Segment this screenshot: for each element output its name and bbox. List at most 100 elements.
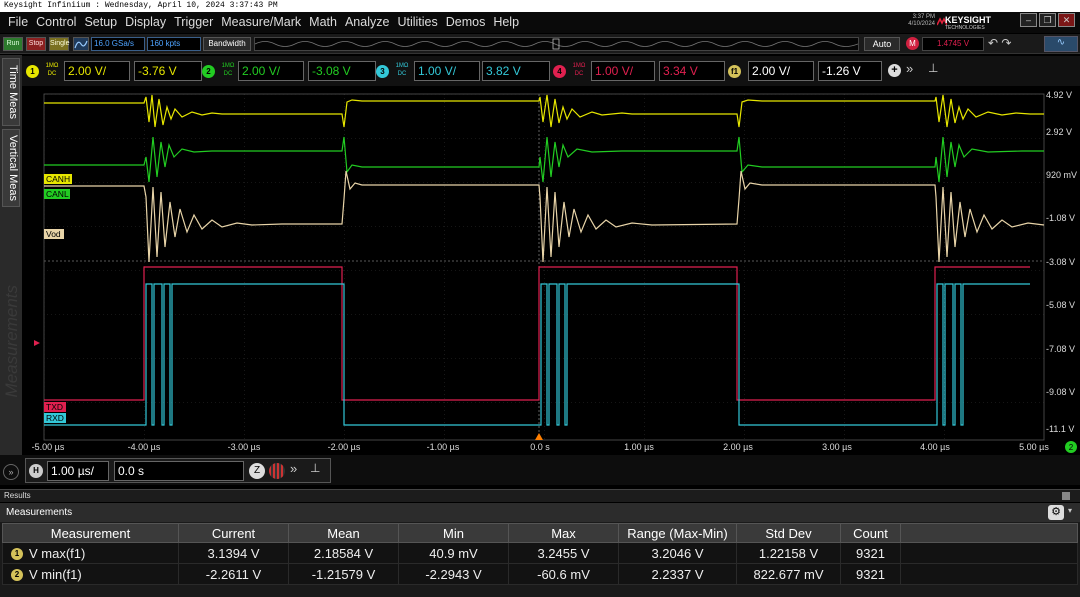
table-header-row: Measurement Current Mean Min Max Range (… [2,523,1078,543]
y-label: -11.1 V [1046,424,1074,434]
waveform-grid[interactable]: CANH CANL Vod TXD RXD 4.92 V 2.92 V 920 … [22,87,1080,455]
column-header[interactable]: Mean [288,523,399,543]
channel-2-badge[interactable]: 2 [202,65,215,78]
expand-chevron-icon[interactable]: » [3,464,19,480]
channel-4-scale[interactable]: 1.00 V/ [591,61,655,81]
column-header-empty [900,523,1078,543]
column-header[interactable]: Min [398,523,509,543]
y-label: 2.92 V [1046,127,1072,137]
menu-list: File Control Setup Display Trigger Measu… [4,14,523,31]
channel-4-badge[interactable]: 4 [553,65,566,78]
channel-2-scale[interactable]: 2.00 V/ [238,61,304,81]
empty-cell [900,563,1078,585]
column-header[interactable]: Current [178,523,289,543]
menu-measure-mark[interactable]: Measure/Mark [217,14,305,31]
trigger-level-field[interactable]: 1.4745 V [922,37,984,51]
channel-3-coupling: 1MΩ DC [395,63,409,77]
column-header[interactable]: Measurement [2,523,179,543]
restore-icon[interactable]: ❐ [1039,13,1056,27]
channel-1-controls: 1 1MΩ DC 2.00 V/ -3.76 V [26,60,202,82]
run-button[interactable]: Run [3,37,23,51]
segmented-icon[interactable] [269,463,285,479]
chevron-down-icon[interactable]: ▾ [1068,506,1072,515]
trigger-source-icon[interactable]: M [906,37,919,50]
measurement-name-text: V min(f1) [29,566,82,582]
x-label: 4.00 µs [920,442,950,452]
function-1-offset[interactable]: -1.26 V [818,61,882,81]
menu-help[interactable]: Help [489,14,523,31]
measurement-badge: 2 [11,569,23,582]
table-row[interactable]: 1 V max(f1) 3.1394 V 2.18584 V 40.9 mV 3.… [2,542,1078,564]
y-label: 920 mV [1046,170,1077,180]
pin-icon[interactable]: ⊥ [310,461,320,475]
menu-analyze[interactable]: Analyze [341,14,393,31]
clock-time: 3:37 PM [912,14,935,20]
column-header[interactable]: Std Dev [736,523,841,543]
horizontal-position-field[interactable]: 0.0 s [114,461,244,481]
menu-setup[interactable]: Setup [80,14,121,31]
horizontal-scale-field[interactable]: 1.00 µs/ [47,461,109,481]
column-header[interactable]: Count [840,523,901,543]
expand-chevron-icon[interactable]: » [906,61,913,76]
channel-4-coupling: 1MΩ DC [572,63,586,77]
waveform-overview[interactable] [254,37,859,51]
column-header[interactable]: Max [508,523,619,543]
single-button[interactable]: Single [49,37,69,51]
menu-control[interactable]: Control [32,14,80,31]
stop-button[interactable]: Stop [26,37,46,51]
acquisition-mode-icon[interactable] [73,37,89,51]
expand-chevron-icon[interactable]: » [290,461,297,476]
canh-label-text: CANH [46,174,70,184]
waveform-display-icon[interactable]: ∿ [1044,36,1078,52]
menu-utilities[interactable]: Utilities [393,14,441,31]
channel-1-scale[interactable]: 2.00 V/ [64,61,130,81]
tab-time-meas[interactable]: Time Meas [2,58,20,126]
zoom-icon[interactable]: Z [249,463,265,479]
tab-vertical-meas[interactable]: Vertical Meas [2,129,20,207]
brand-name: KEYSIGHT [945,15,992,25]
window-title: Keysight Infiniium : Wednesday, April 10… [0,0,1080,12]
channel-1-offset[interactable]: -3.76 V [134,61,202,81]
channel-4-offset[interactable]: 3.34 V [659,61,725,81]
menu-demos[interactable]: Demos [442,14,490,31]
horizontal-panel: H 1.00 µs/ 0.0 s Z » ⊥ [25,458,331,483]
memory-depth-field[interactable]: 160 kpts [147,37,201,51]
auto-trigger-button[interactable]: Auto [864,37,900,51]
close-icon[interactable]: ✕ [1058,13,1075,27]
x-label: -2.00 µs [328,442,361,452]
horizontal-icon[interactable]: H [29,464,43,478]
results-label: Results [4,491,31,500]
x-axis-labels: -5.00 µs -4.00 µs -3.00 µs -2.00 µs -1.0… [32,442,1050,452]
min-value: -2.2943 V [398,563,509,585]
brand-logo: KEYSIGHT TECHNOLOGIES [945,15,991,31]
function-1-scale[interactable]: 2.00 V/ [748,61,814,81]
channel-2-offset[interactable]: -3.08 V [308,61,376,81]
range-value: 2.2337 V [618,563,737,585]
gear-icon[interactable]: ⚙ [1048,505,1064,520]
add-waveform-icon[interactable]: + [888,64,901,77]
undo-redo-icon[interactable]: ↶ ↷ [988,36,1026,52]
menu-math[interactable]: Math [305,14,341,31]
close-icon[interactable] [1062,492,1070,500]
minimize-icon[interactable]: – [1020,13,1037,27]
table-row[interactable]: 2 V min(f1) -2.2611 V -1.21579 V -2.2943 … [2,563,1078,585]
menu-file[interactable]: File [4,14,32,31]
current-value: -2.2611 V [178,563,289,585]
bandwidth-button[interactable]: Bandwidth [203,37,251,51]
channel-3-badge[interactable]: 3 [376,65,389,78]
min-value: 40.9 mV [398,542,509,564]
sample-rate-field[interactable]: 16.0 GSa/s [91,37,145,51]
menu-bar: File Control Setup Display Trigger Measu… [0,12,1080,33]
count-value: 9321 [840,563,901,585]
pin-icon[interactable]: ⊥ [928,61,938,75]
menu-display[interactable]: Display [121,14,170,31]
waveform-display[interactable]: CANH CANL Vod TXD RXD 4.92 V 2.92 V 920 … [22,87,1080,455]
txd-label-text: TXD [46,402,63,412]
mean-value: -1.21579 V [288,563,399,585]
channel-1-badge[interactable]: 1 [26,65,39,78]
column-header[interactable]: Range (Max-Min) [618,523,737,543]
function-1-badge[interactable]: f1 [728,65,741,78]
channel-3-offset[interactable]: 3.82 V [482,61,550,81]
menu-trigger[interactable]: Trigger [170,14,217,31]
channel-3-scale[interactable]: 1.00 V/ [414,61,480,81]
